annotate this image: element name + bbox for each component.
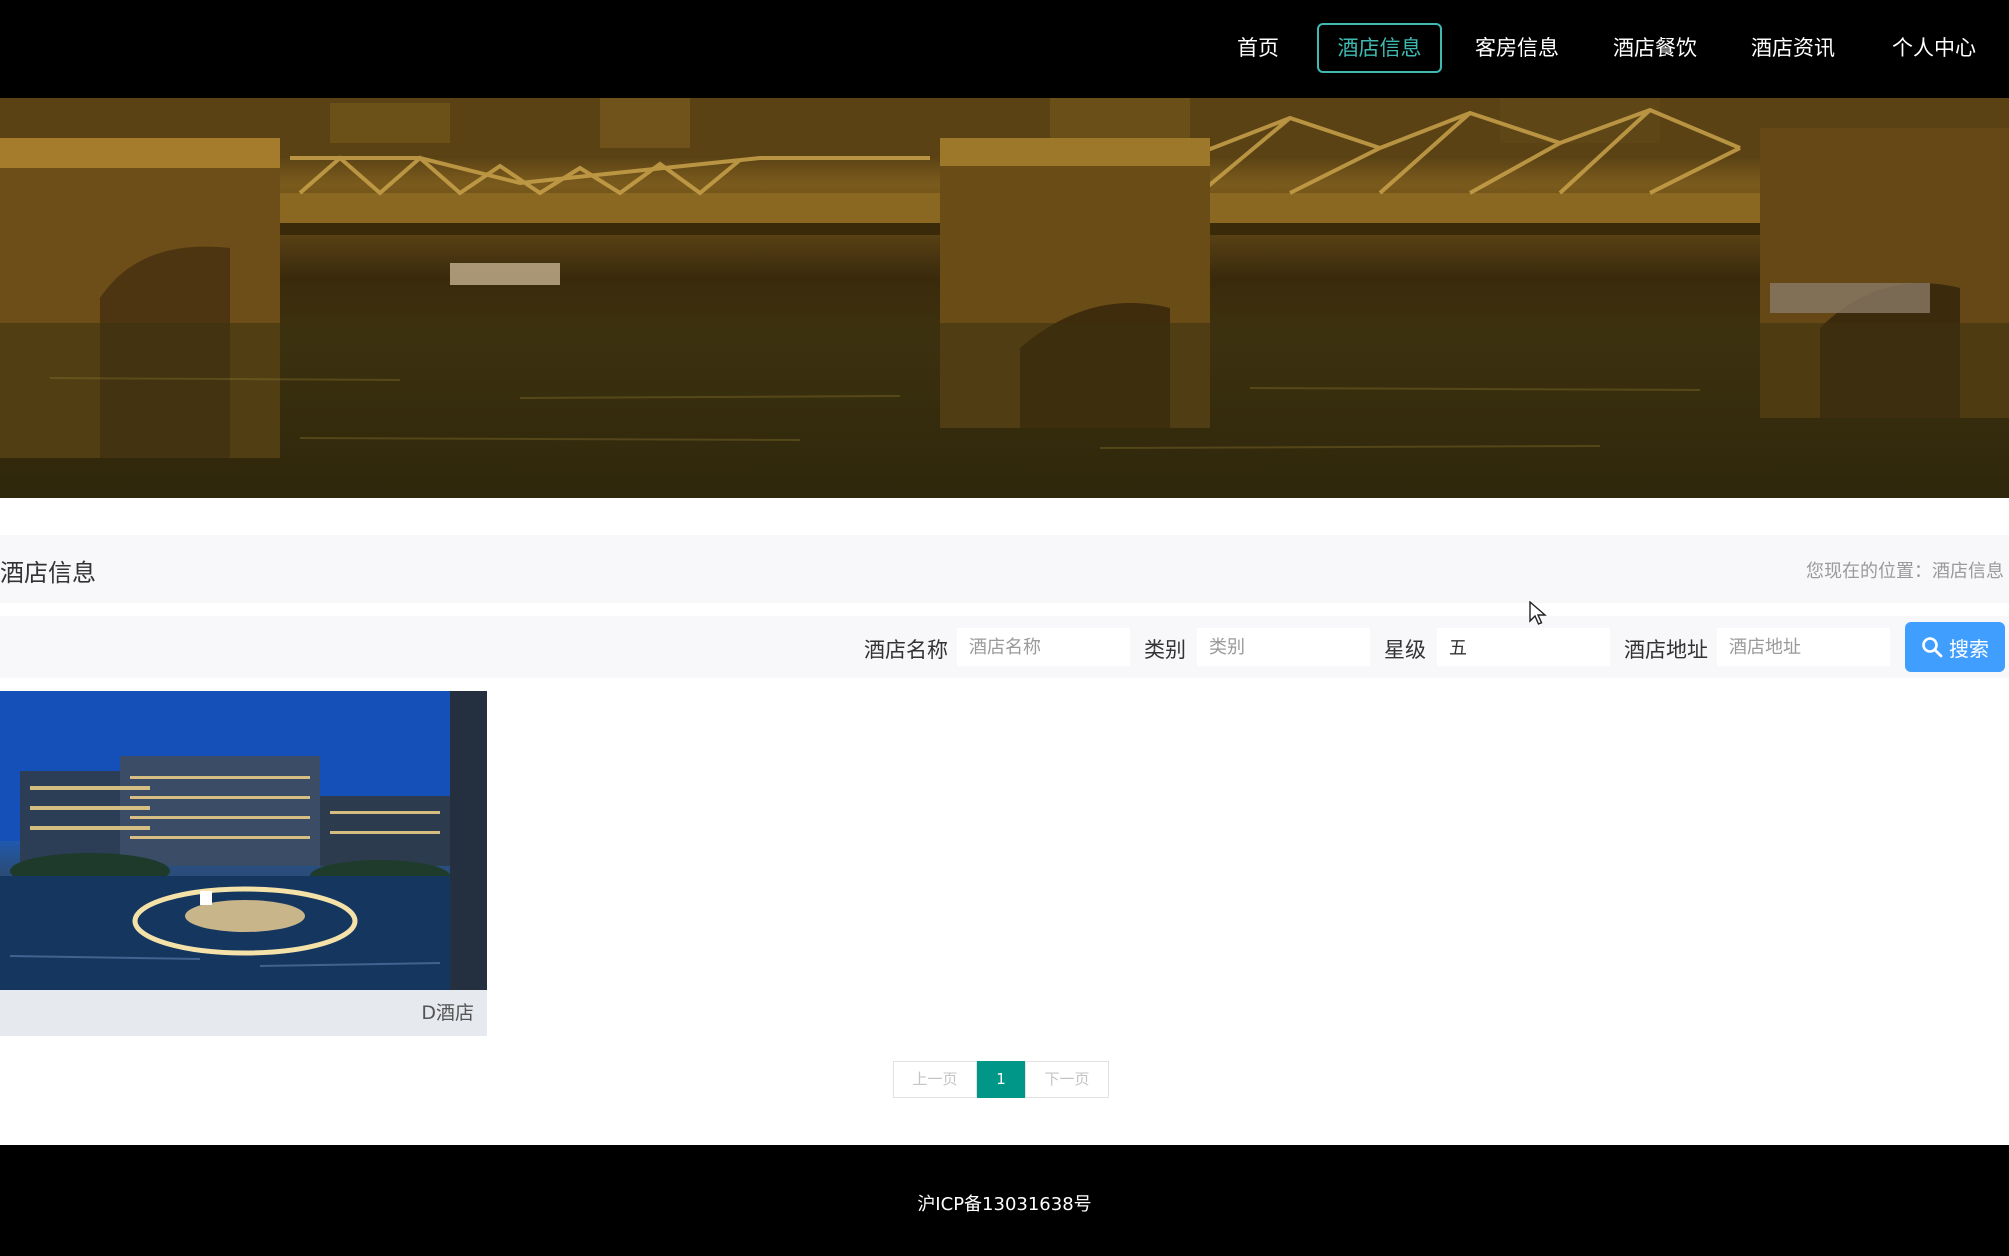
hotel-address-input[interactable] xyxy=(1717,628,1890,666)
hotel-card-image xyxy=(0,691,487,990)
category-label: 类别 xyxy=(1144,638,1186,662)
mouse-cursor-icon xyxy=(1529,601,1547,625)
nav-item-room-info[interactable]: 客房信息 xyxy=(1464,23,1570,73)
breadcrumb: 您现在的位置：酒店信息 xyxy=(1806,561,2004,582)
hotel-name-input[interactable] xyxy=(957,628,1130,666)
prev-page-button[interactable]: 上一页 xyxy=(893,1061,977,1098)
footer: 沪ICP备13031638号 xyxy=(0,1145,2009,1256)
star-rating-input[interactable] xyxy=(1437,628,1610,666)
page-number-current[interactable]: 1 xyxy=(977,1061,1025,1098)
star-rating-label: 星级 xyxy=(1384,638,1426,662)
nav-item-hotel-news[interactable]: 酒店资讯 xyxy=(1740,23,1846,73)
category-input[interactable] xyxy=(1197,628,1370,666)
next-page-button[interactable]: 下一页 xyxy=(1025,1061,1109,1098)
footer-icp-text: 沪ICP备13031638号 xyxy=(917,1194,1092,1215)
nav-item-home[interactable]: 首页 xyxy=(1222,23,1294,73)
section-header: 酒店信息 您现在的位置：酒店信息 xyxy=(0,535,2009,603)
hotel-card-title: D酒店 xyxy=(421,1002,474,1024)
top-navbar: 首页 酒店信息 客房信息 酒店餐饮 酒店资讯 个人中心 xyxy=(0,0,2009,98)
nav-item-user-center[interactable]: 个人中心 xyxy=(1881,23,1987,73)
search-button-label: 搜索 xyxy=(1949,636,1989,661)
banner-image xyxy=(0,98,2009,498)
hotel-card[interactable]: D酒店 xyxy=(0,691,487,1036)
hotel-name-label: 酒店名称 xyxy=(864,638,948,662)
page-title: 酒店信息 xyxy=(0,559,96,587)
nav-item-hotel-info[interactable]: 酒店信息 xyxy=(1317,23,1442,73)
banner-carousel[interactable] xyxy=(0,98,2009,498)
nav-item-hotel-dining[interactable]: 酒店餐饮 xyxy=(1602,23,1708,73)
hotel-address-label: 酒店地址 xyxy=(1624,638,1708,662)
search-form: 酒店名称 类别 星级 酒店地址 搜索 xyxy=(0,616,2009,678)
search-button[interactable]: 搜索 xyxy=(1905,622,2005,672)
search-icon xyxy=(1922,637,1943,658)
